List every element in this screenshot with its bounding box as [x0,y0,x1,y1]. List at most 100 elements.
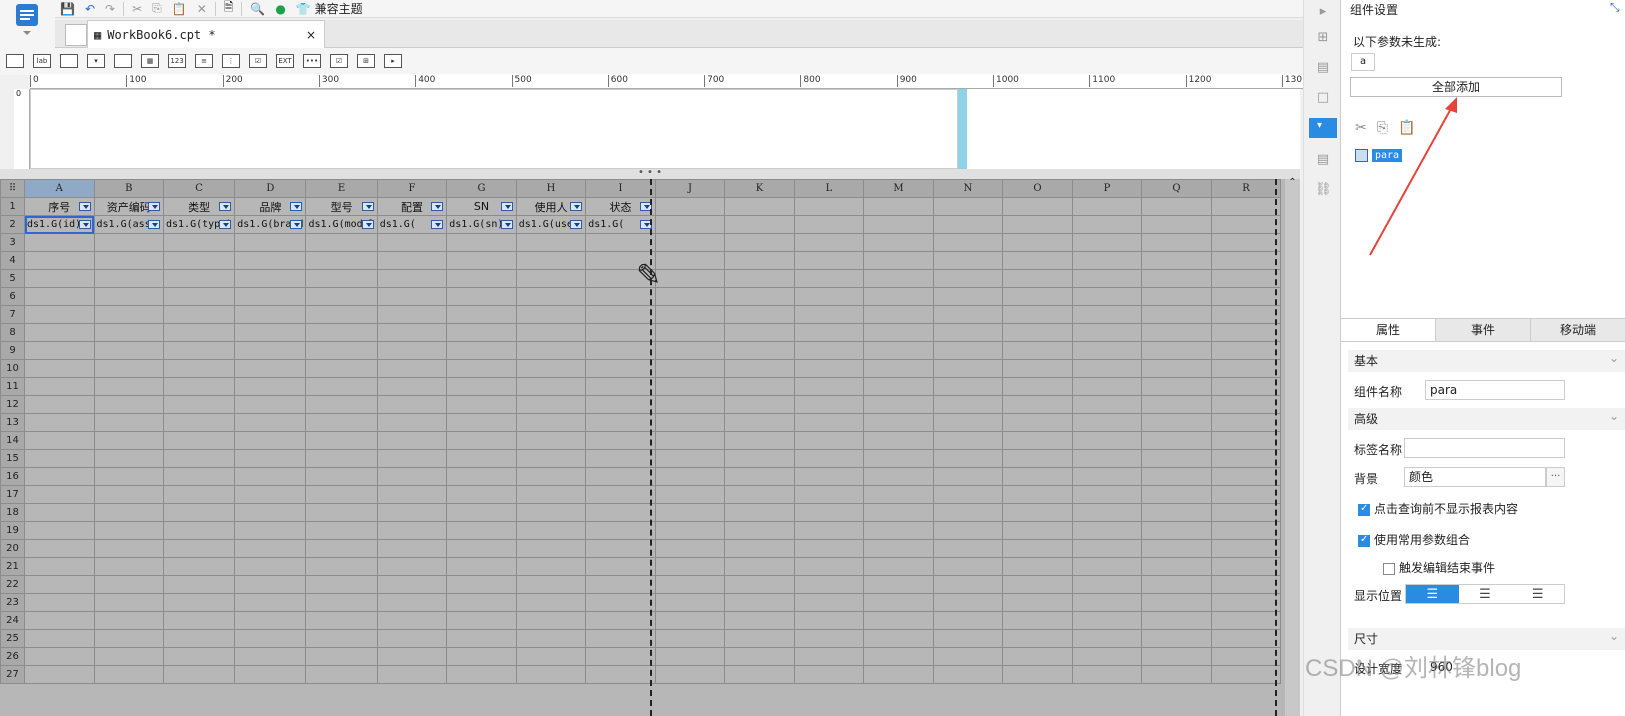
cell[interactable] [1002,557,1073,576]
cell[interactable] [932,413,1004,432]
cell[interactable] [1210,269,1282,288]
cell[interactable] [654,323,726,342]
cell[interactable] [1002,305,1073,324]
cell[interactable] [793,341,865,360]
cell[interactable] [515,305,587,324]
date-widget-icon[interactable] [114,54,132,68]
cell[interactable] [376,431,448,450]
header-cell[interactable]: 状态 [585,197,656,216]
cell[interactable] [376,377,448,396]
cell[interactable] [863,521,934,540]
cell[interactable] [162,269,236,288]
cell[interactable] [793,233,865,252]
cell[interactable] [1002,485,1073,504]
column-header[interactable]: E [305,179,378,198]
cell[interactable] [724,647,795,666]
row-header[interactable]: 14 [0,431,25,450]
cell[interactable] [515,431,587,450]
cell[interactable] [1002,215,1073,234]
cell[interactable] [724,521,795,540]
cell[interactable] [376,485,448,504]
cell[interactable] [1141,647,1212,666]
cell[interactable] [724,629,795,648]
filter-dropdown-icon[interactable] [219,220,232,229]
cell[interactable] [1141,593,1212,612]
filter-dropdown-icon[interactable] [570,220,583,229]
cell[interactable] [1141,629,1212,648]
cell[interactable] [515,503,587,522]
cell[interactable] [863,197,934,216]
cell[interactable] [1210,485,1282,504]
cell[interactable] [585,359,656,378]
filter-dropdown-icon[interactable] [148,220,160,229]
cell[interactable] [724,413,795,432]
cell[interactable] [932,233,1004,252]
data-cell[interactable]: ds1.G(model [305,215,378,234]
cell[interactable] [1071,305,1143,324]
cell[interactable] [376,323,448,342]
cell[interactable] [93,251,164,270]
cell[interactable] [863,503,934,522]
cell[interactable] [1210,611,1282,630]
cell[interactable] [515,593,587,612]
cell[interactable] [234,269,307,288]
checkbox-hide-before-query[interactable] [1358,503,1370,516]
cell[interactable] [793,521,865,540]
cell[interactable] [654,287,726,306]
cell[interactable] [724,323,795,342]
cell[interactable] [24,287,95,306]
textfield-widget-icon[interactable] [60,54,78,68]
cell[interactable] [93,539,164,558]
cell[interactable] [793,593,865,612]
cell[interactable] [93,269,164,288]
data-cell[interactable]: ds1.G( [376,215,448,234]
cell[interactable] [1002,287,1073,306]
cell[interactable] [1141,359,1212,378]
cell[interactable] [1002,413,1073,432]
cell[interactable] [376,269,448,288]
row-header[interactable]: 18 [0,503,25,522]
cell[interactable] [515,611,587,630]
cell[interactable] [585,413,656,432]
cell[interactable] [1002,629,1073,648]
section-size[interactable]: 尺寸 [1348,625,1625,650]
cell[interactable] [1141,539,1212,558]
scroll-up-icon[interactable]: ⌃ [1285,177,1300,188]
cell[interactable] [305,611,378,630]
cell[interactable] [234,557,307,576]
cell[interactable] [234,233,307,252]
cell[interactable] [515,467,587,486]
cell[interactable] [1210,251,1282,270]
cell[interactable] [932,269,1004,288]
row-header[interactable]: 22 [0,575,25,594]
cell[interactable] [376,503,448,522]
filter-dropdown-icon[interactable] [361,220,374,229]
cell[interactable] [654,467,726,486]
checkbox-row-3[interactable]: 触发编辑结束事件 [1383,559,1495,576]
column-header[interactable]: R [1210,179,1282,198]
cell[interactable] [654,341,726,360]
cut-icon[interactable]: ✂ [1355,120,1367,136]
cell[interactable] [446,359,517,378]
cell[interactable] [515,377,587,396]
cell[interactable] [1002,233,1073,252]
cell[interactable] [793,377,865,396]
cell[interactable] [93,557,164,576]
condition-icon[interactable]: ▤ [1315,152,1331,168]
cell[interactable] [932,485,1004,504]
row-header[interactable]: 27 [0,665,25,684]
cell[interactable] [863,287,934,306]
add-all-button[interactable]: 全部添加 [1350,77,1562,97]
widget-tree-item[interactable]: para [1355,149,1403,162]
cell[interactable] [1141,503,1212,522]
cell[interactable] [1071,413,1143,432]
cell[interactable] [162,503,236,522]
cell[interactable] [305,341,378,360]
cell[interactable] [793,539,865,558]
cell[interactable] [793,287,865,306]
cell[interactable] [93,287,164,306]
cell[interactable] [162,305,236,324]
cell[interactable] [446,431,517,450]
select-all-corner[interactable]: ⠿ [0,179,25,198]
layout-icon[interactable]: ⊞ [1315,30,1331,46]
